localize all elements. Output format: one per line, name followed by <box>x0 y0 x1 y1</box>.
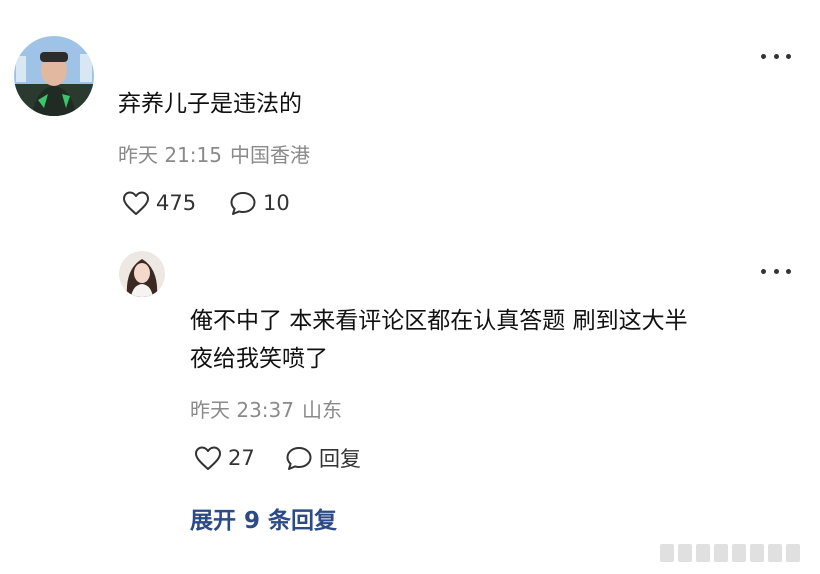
more-dot <box>773 53 779 59</box>
more-dot <box>761 53 766 59</box>
replier-avatar[interactable] <box>119 251 165 297</box>
avatar-image <box>14 36 94 116</box>
speech-bubble-icon <box>286 447 312 470</box>
reply-time: 昨天 23:37 <box>190 398 294 422</box>
more-dot <box>773 268 779 274</box>
comment-location: 中国香港 <box>230 143 310 167</box>
expand-replies-link[interactable]: 展开 9 条回复 <box>190 505 337 537</box>
heart-outline-icon <box>123 191 149 215</box>
reply-text-line-1: 俺不中了 本来看评论区都在认真答题 刷到这大半 <box>190 308 688 334</box>
reply-text-line-2: 夜给我笑喷了 <box>190 346 328 372</box>
comment-reply-count: 10 <box>263 191 290 215</box>
watermark-logo <box>660 544 800 562</box>
reply-meta: 昨天 23:37 山东 <box>190 396 342 424</box>
avatar-image <box>119 251 165 297</box>
reply-like-button[interactable]: 27 <box>194 443 255 473</box>
reply-like-count: 27 <box>228 446 255 470</box>
comment-thread: 弃养儿子是违法的 昨天 21:15 中国香港 475 10 俺不中了 本来看评论区… <box>0 0 820 574</box>
reply-button-label: 回复 <box>319 447 361 471</box>
more-dot <box>761 268 766 274</box>
commenter-avatar[interactable] <box>14 36 94 116</box>
more-dot <box>786 53 791 59</box>
comment-time: 昨天 21:15 <box>118 143 222 167</box>
reply-reply-button[interactable]: 回复 <box>285 443 361 473</box>
speech-bubble-icon <box>230 192 256 215</box>
comment-more-button[interactable] <box>761 51 791 61</box>
heart-outline-icon <box>195 446 221 470</box>
comment-like-count: 475 <box>156 191 197 215</box>
reply-location: 山东 <box>302 398 342 422</box>
more-dot <box>786 268 791 274</box>
comment-text: 弃养儿子是违法的 <box>118 91 302 117</box>
comment-like-button[interactable]: 475 <box>122 188 196 218</box>
reply-more-button[interactable] <box>761 266 791 276</box>
comment-meta: 昨天 21:15 中国香港 <box>118 141 310 169</box>
comment-reply-count-button[interactable]: 10 <box>229 188 290 218</box>
